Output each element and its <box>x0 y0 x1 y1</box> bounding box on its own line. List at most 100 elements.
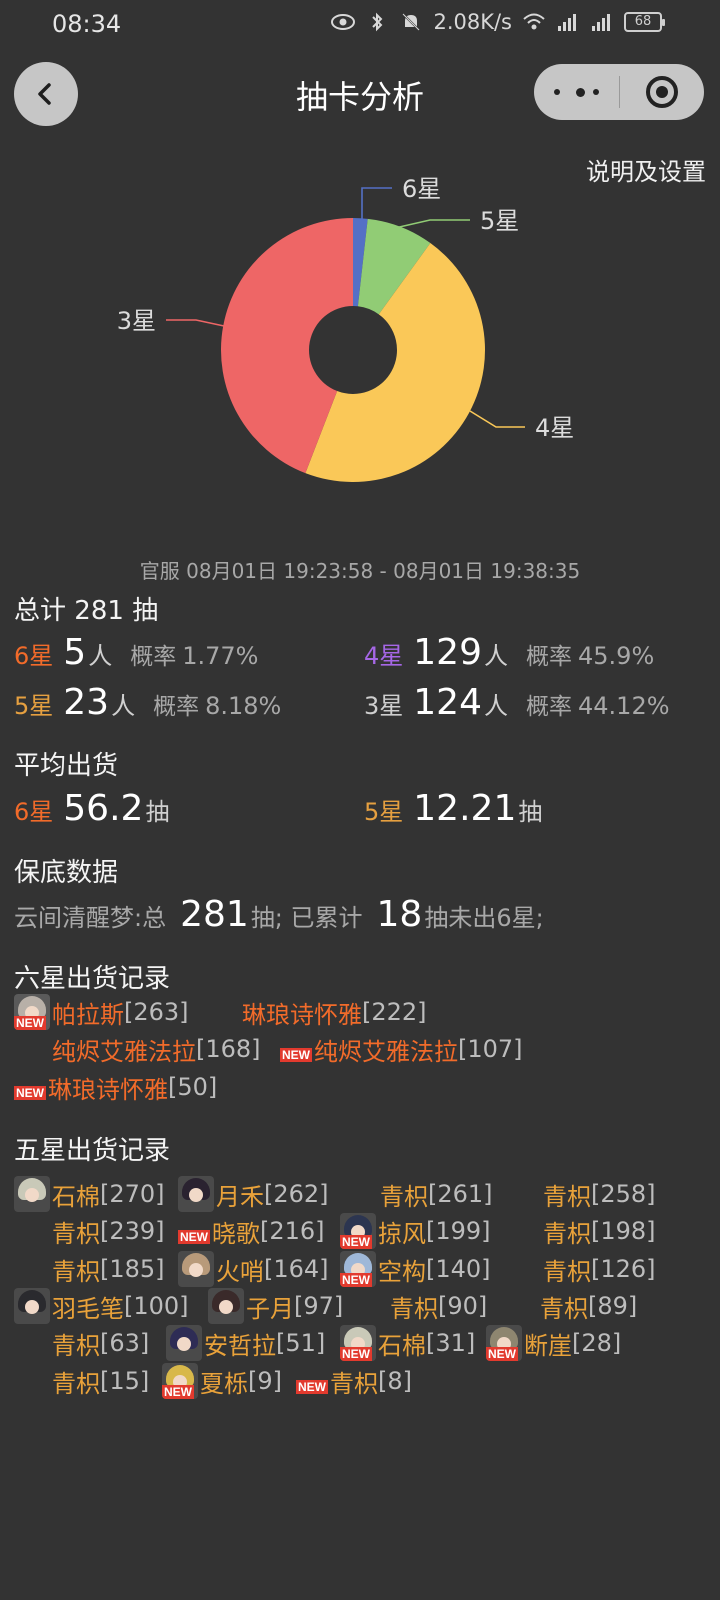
rarity-pie-chart: 6星 5星 4星 3星 <box>0 170 720 530</box>
five-record-item[interactable]: 青枳 [261] <box>380 1177 493 1211</box>
pie-leader-line-1 <box>394 219 470 229</box>
pie-chart-svg: 6星 5星 4星 3星 <box>117 175 574 483</box>
stat-four-star: 4星 129 人 概率 45.9% <box>364 632 654 673</box>
five-record-item[interactable]: NEW 青枳 [8] <box>296 1364 412 1398</box>
operator-name: 掠风 <box>378 1219 426 1248</box>
five-record-item[interactable]: NEW 空构 [140] <box>340 1251 491 1287</box>
six-record-item[interactable]: NEW 帕拉斯 [263] <box>14 994 189 1030</box>
pie-label-1: 5星 <box>480 207 519 235</box>
six-record-item[interactable]: NEW 琳琅诗怀雅 [50] <box>14 1070 217 1104</box>
pie-leader-line-0 <box>361 187 392 221</box>
new-badge: NEW <box>14 1016 46 1030</box>
pity-title: 保底数据 <box>14 858 119 888</box>
close-miniprogram-button[interactable] <box>620 64 705 120</box>
five-record-item[interactable]: 青枳 [126] <box>543 1252 656 1286</box>
operator-avatar <box>14 1176 50 1212</box>
pull-index: [97] <box>294 1292 344 1320</box>
avg-six-label: 6星 <box>14 798 54 826</box>
pull-index: [198] <box>591 1217 656 1245</box>
star-unit: 人 <box>484 692 508 720</box>
five-record-item[interactable]: 青枳 [185] <box>52 1252 165 1286</box>
operator-avatar <box>14 1288 50 1324</box>
five-record-item[interactable]: 月禾 [262] <box>178 1176 329 1212</box>
operator-name: 石棉 <box>52 1182 100 1211</box>
average-six: 6星 56.2 抽 <box>14 788 169 829</box>
pull-index: [239] <box>100 1217 165 1245</box>
operator-avatar <box>178 1176 214 1212</box>
operator-name: 青枳 <box>543 1257 591 1286</box>
operator-name: 青枳 <box>330 1369 378 1398</box>
five-record-item[interactable]: NEW 夏栎 [9] <box>162 1363 282 1399</box>
pull-index: [185] <box>100 1255 165 1283</box>
five-record-item[interactable]: NEW 断崖 [28] <box>486 1325 622 1361</box>
time-range: 官服 08月01日 19:23:58 - 08月01日 19:38:35 <box>139 559 581 583</box>
five-record-item[interactable]: 青枳 [89] <box>540 1289 637 1323</box>
pie-label-2: 4星 <box>535 414 574 442</box>
operator-name: 晓歌 <box>212 1219 260 1248</box>
star-unit: 人 <box>484 642 508 670</box>
status-bar: 08:34 2.08K/s 68 <box>0 0 720 52</box>
five-record-item[interactable]: 安哲拉 [51] <box>166 1325 325 1361</box>
five-record-item[interactable]: 青枳 [198] <box>543 1214 656 1248</box>
operator-name: 青枳 <box>52 1219 100 1248</box>
operator-name: 纯烬艾雅法拉 <box>52 1037 196 1066</box>
six-record-item[interactable]: 琳琅诗怀雅 [222] <box>242 995 427 1029</box>
operator-name: 安哲拉 <box>204 1331 276 1360</box>
new-badge: NEW <box>340 1273 372 1287</box>
prob-label: 概率 <box>130 644 177 670</box>
new-badge: NEW <box>178 1230 210 1244</box>
pull-index: [140] <box>426 1255 491 1283</box>
miniprogram-capsule <box>534 64 704 120</box>
new-badge: NEW <box>486 1347 518 1361</box>
prob-value: 44.12% <box>578 692 670 720</box>
pull-index: [63] <box>100 1329 150 1357</box>
pull-index: [50] <box>168 1073 218 1101</box>
five-record-item[interactable]: 羽毛笔 [100] <box>14 1288 189 1324</box>
five-record-item[interactable]: 子月 [97] <box>208 1288 344 1324</box>
operator-avatar: NEW <box>340 1251 376 1287</box>
five-record-item[interactable]: NEW 晓歌 [216] <box>178 1214 325 1248</box>
six-record-item[interactable]: 纯烬艾雅法拉 [168] <box>52 1032 261 1066</box>
five-record-item[interactable]: NEW 石棉 [31] <box>340 1325 475 1361</box>
star-label: 4星 <box>364 642 404 670</box>
operator-name: 火哨 <box>216 1257 264 1286</box>
operator-name: 青枳 <box>543 1219 591 1248</box>
star-count: 124 <box>413 682 482 723</box>
prob-value: 1.77% <box>182 642 259 670</box>
operator-name: 石棉 <box>378 1331 426 1360</box>
operator-avatar: NEW <box>340 1213 376 1249</box>
new-badge: NEW <box>296 1380 328 1394</box>
five-record-item[interactable]: 石棉 [270] <box>14 1176 165 1212</box>
operator-name: 断崖 <box>524 1331 572 1360</box>
pull-index: [199] <box>426 1217 491 1245</box>
pull-index: [164] <box>264 1255 329 1283</box>
pull-index: [261] <box>428 1180 493 1208</box>
prob-label: 概率 <box>526 644 572 670</box>
nav-bar: 抽卡分析 <box>0 58 720 128</box>
operator-name: 子月 <box>246 1294 294 1323</box>
avg-unit: 抽 <box>145 798 170 826</box>
five-record-item[interactable]: 青枳 [258] <box>543 1177 656 1211</box>
five-record-item[interactable]: 青枳 [15] <box>52 1364 149 1398</box>
operator-name: 青枳 <box>543 1182 591 1211</box>
signal-icon-2 <box>592 14 610 31</box>
total-label: 总计 <box>14 596 67 626</box>
status-icons: 2.08K/s 68 <box>331 10 665 34</box>
eye-icon <box>331 14 356 30</box>
pull-index: [9] <box>248 1367 282 1395</box>
pull-index: [28] <box>572 1329 622 1357</box>
prob-label: 概率 <box>153 694 200 720</box>
pity-info: 云间清醒梦:总 281 抽; 已累计 18 抽未出6星; <box>14 894 544 935</box>
five-record-item[interactable]: 青枳 [239] <box>52 1214 165 1248</box>
prob-label: 概率 <box>526 694 572 720</box>
five-record-item[interactable]: NEW 掠风 [199] <box>340 1213 491 1249</box>
more-button[interactable] <box>534 64 619 120</box>
five-record-item[interactable]: 青枳 [63] <box>52 1326 149 1360</box>
five-record-item[interactable]: 青枳 [90] <box>390 1289 487 1323</box>
target-icon <box>645 76 678 108</box>
six-record-item[interactable]: NEW 纯烬艾雅法拉 [107] <box>280 1032 523 1066</box>
star-count: 23 <box>63 682 110 723</box>
star-count: 129 <box>413 632 482 673</box>
operator-avatar: NEW <box>486 1325 522 1361</box>
five-record-item[interactable]: 火哨 [164] <box>178 1251 329 1287</box>
